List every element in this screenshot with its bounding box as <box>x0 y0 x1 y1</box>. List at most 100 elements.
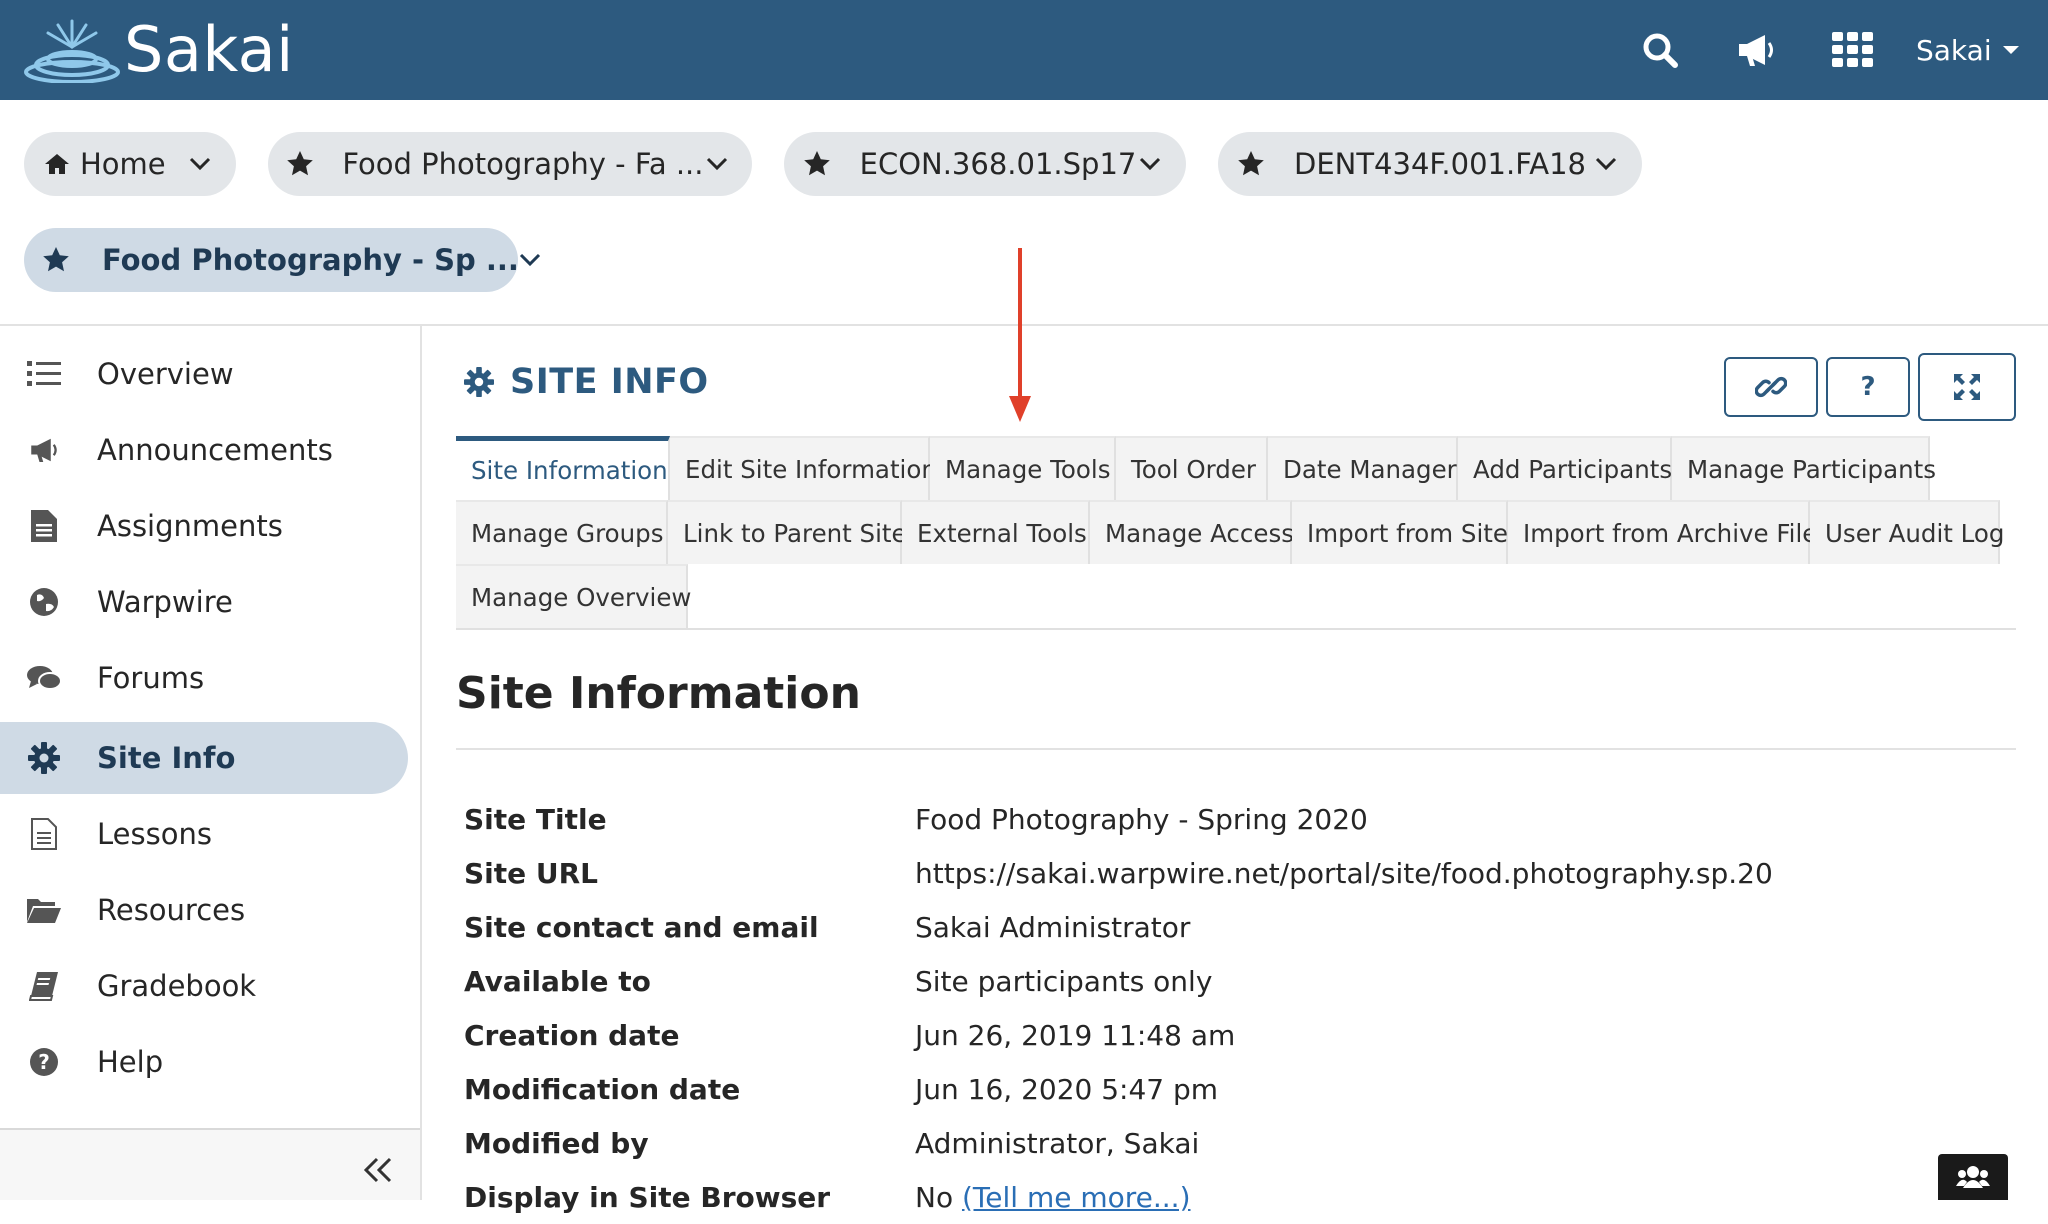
tool-nav: Overview Announcements Assignments Warpw… <box>0 326 422 1200</box>
tab-manage-access[interactable]: Manage Access <box>1090 500 1294 564</box>
site-pill-label: Food Photography - Fa ... <box>342 147 704 181</box>
nav-item-site-info[interactable]: Site Info <box>0 722 408 794</box>
apps-grid-icon <box>1832 32 1873 67</box>
nav-footer <box>0 1128 420 1200</box>
site-pill-label: Food Photography - Sp ... <box>102 243 519 277</box>
search-button[interactable] <box>1638 28 1682 72</box>
tab-import-from-site[interactable]: Import from Site <box>1292 500 1508 564</box>
info-row-site-contact: Site contact and email Sakai Administrat… <box>464 900 1190 954</box>
gear-icon <box>464 367 494 397</box>
nav-label: Overview <box>97 357 234 391</box>
info-row-available-to: Available to Site participants only <box>464 954 1212 1008</box>
nav-item-warpwire[interactable]: Warpwire <box>0 566 408 638</box>
apps-button[interactable] <box>1831 28 1875 72</box>
site-pill-home[interactable]: Home <box>24 132 236 196</box>
info-label: Site URL <box>464 856 599 890</box>
book-icon <box>26 968 62 1004</box>
tab-date-manager[interactable]: Date Manager <box>1268 436 1458 500</box>
info-label: Available to <box>464 964 651 998</box>
svg-text:?: ? <box>38 1050 50 1074</box>
tab-manage-groups[interactable]: Manage Groups <box>456 500 668 564</box>
site-pill-label: DENT434F.001.FA18 <box>1294 147 1586 181</box>
top-header: Sakai Sakai <box>0 0 2048 100</box>
site-pill-label: Home <box>80 147 166 181</box>
page-icon <box>26 816 62 852</box>
sakai-logo-icon <box>24 19 120 83</box>
nav-item-announcements[interactable]: Announcements <box>0 414 408 486</box>
collapse-nav-button[interactable] <box>360 1152 396 1188</box>
tab-add-participants[interactable]: Add Participants <box>1458 436 1672 500</box>
site-pill-food-photography-spring-current[interactable]: Food Photography - Sp ... <box>24 228 540 292</box>
nav-item-overview[interactable]: Overview <box>0 338 408 410</box>
chevron-down-icon[interactable] <box>1592 150 1620 178</box>
star-icon[interactable] <box>286 149 314 179</box>
nav-item-forums[interactable]: Forums <box>0 642 408 714</box>
chevron-down-icon[interactable] <box>186 150 214 178</box>
nav-label: Assignments <box>97 509 283 543</box>
nav-label: Forums <box>97 661 205 695</box>
section-divider <box>456 748 2016 750</box>
tell-me-more-link[interactable]: (Tell me more...) <box>962 1181 1191 1214</box>
chevron-down-icon[interactable] <box>704 150 731 178</box>
brand-name: Sakai <box>124 13 294 86</box>
chat-icon <box>26 660 62 696</box>
tab-manage-participants[interactable]: Manage Participants <box>1672 436 1936 500</box>
nav-label: Site Info <box>97 741 236 775</box>
nav-item-assignments[interactable]: Assignments <box>0 490 408 562</box>
annotation-arrow-icon <box>1009 248 1031 422</box>
globe-icon <box>26 584 62 620</box>
search-icon <box>1643 33 1678 68</box>
users-icon <box>1956 1166 1990 1188</box>
sakai-logo[interactable]: Sakai <box>24 14 294 86</box>
megaphone-icon <box>26 432 62 468</box>
link-button[interactable] <box>1724 357 1818 417</box>
help-icon: ? <box>1860 372 1876 402</box>
tab-tool-order[interactable]: Tool Order <box>1116 436 1268 500</box>
tab-link-to-parent-site[interactable]: Link to Parent Site <box>668 500 907 564</box>
chevron-down-icon[interactable] <box>519 246 541 274</box>
site-pill-food-photography-fall[interactable]: Food Photography - Fa ... <box>268 132 752 196</box>
tool-title: SITE INFO <box>464 362 709 402</box>
info-label: Modification date <box>464 1072 741 1106</box>
star-icon[interactable] <box>1236 149 1266 179</box>
tab-manage-overview[interactable]: Manage Overview <box>456 564 691 628</box>
tab-import-from-archive-file[interactable]: Import from Archive File <box>1508 500 1817 564</box>
people-button[interactable] <box>1938 1154 2008 1200</box>
nav-item-gradebook[interactable]: Gradebook <box>0 950 408 1022</box>
tab-manage-tools[interactable]: Manage Tools <box>930 436 1116 500</box>
nav-label: Resources <box>97 893 246 927</box>
star-icon[interactable] <box>42 245 70 275</box>
site-pill-econ[interactable]: ECON.368.01.Sp17 <box>784 132 1186 196</box>
notifications-button[interactable] <box>1734 28 1778 72</box>
site-pill-label: ECON.368.01.Sp17 <box>859 147 1137 181</box>
help-button[interactable]: ? <box>1826 357 1910 417</box>
nav-item-resources[interactable]: Resources <box>0 874 408 946</box>
info-label: Modified by <box>464 1126 649 1160</box>
info-label: Display in Site Browser <box>464 1180 831 1214</box>
info-value: Jun 26, 2019 11:48 am <box>915 1018 1236 1052</box>
home-icon <box>42 149 72 179</box>
info-row-creation-date: Creation date Jun 26, 2019 11:48 am <box>464 1008 1235 1062</box>
tab-user-audit-log[interactable]: User Audit Log <box>1810 500 2004 564</box>
info-row-modified-by: Modified by Administrator, Sakai <box>464 1116 1199 1170</box>
expand-button[interactable] <box>1918 353 2016 421</box>
tab-site-information[interactable]: Site Information <box>456 436 670 500</box>
info-label: Creation date <box>464 1018 680 1052</box>
tab-external-tools[interactable]: External Tools <box>902 500 1090 564</box>
site-pill-dent[interactable]: DENT434F.001.FA18 <box>1218 132 1642 196</box>
nav-item-lessons[interactable]: Lessons <box>0 798 408 870</box>
star-icon[interactable] <box>802 149 832 179</box>
info-label: Site contact and email <box>464 910 819 944</box>
info-value[interactable]: https://sakai.warpwire.net/portal/site/f… <box>915 857 1773 890</box>
info-value-text: No <box>915 1180 954 1214</box>
nav-item-help[interactable]: ? Help <box>0 1026 408 1098</box>
info-value: Food Photography - Spring 2020 <box>915 802 1368 836</box>
user-menu[interactable]: Sakai <box>1916 28 2020 72</box>
info-row-modification-date: Modification date Jun 16, 2020 5:47 pm <box>464 1062 1218 1116</box>
nav-label: Lessons <box>97 817 212 851</box>
tab-edit-site-information[interactable]: Edit Site Information <box>670 436 937 500</box>
chevron-down-icon[interactable] <box>1136 150 1164 178</box>
help-icon: ? <box>26 1044 62 1080</box>
info-value: No (Tell me more...) <box>915 1181 1191 1214</box>
info-row-site-url: Site URL https://sakai.warpwire.net/port… <box>464 846 1773 900</box>
